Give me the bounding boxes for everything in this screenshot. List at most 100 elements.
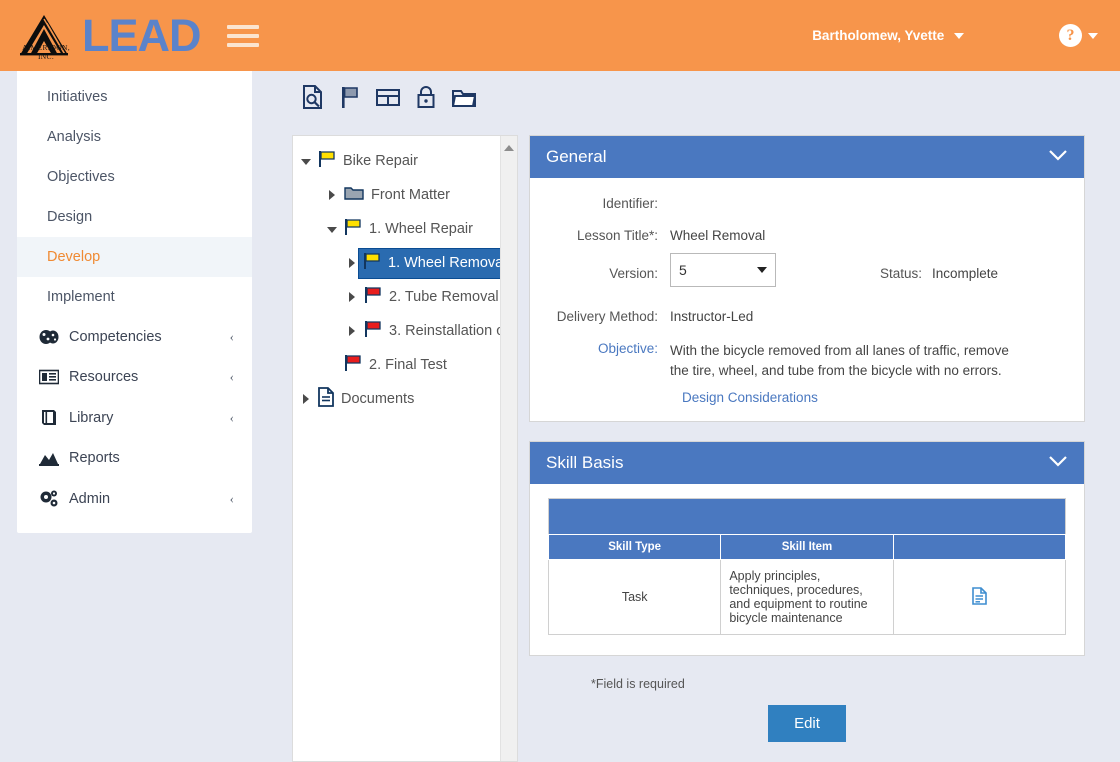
tree-node-documents[interactable]: Documents <box>293 382 517 416</box>
tree-node-reinstallation[interactable]: 3. Reinstallation of T <box>293 314 517 348</box>
sidebar-item-label: Competencies <box>69 329 162 345</box>
sidebar: Initiatives Analysis Objectives Design D… <box>17 71 252 533</box>
sidebar-item-competencies[interactable]: Competencies ‹ <box>17 317 252 357</box>
general-card: General Identifier: Lesson Title*: Wheel… <box>529 135 1085 423</box>
objective-label[interactable]: Objective: <box>546 341 670 380</box>
expander-expand-icon[interactable] <box>347 257 358 269</box>
objective-row: Objective: With the bicycle removed from… <box>546 341 1068 380</box>
chevron-left-icon: ‹ <box>229 490 234 506</box>
required-field-note: *Field is required <box>591 677 685 692</box>
table-header-row: Skill Type Skill Item <box>547 534 1067 561</box>
hamburger-icon[interactable] <box>226 20 259 52</box>
general-card-body: Identifier: Lesson Title*: Wheel Removal… <box>530 178 1084 421</box>
column-header-skill-item[interactable]: Skill Item <box>720 534 894 561</box>
sidebar-item-resources[interactable]: Resources ‹ <box>17 357 252 397</box>
tree-node-label: Bike Repair <box>343 153 418 169</box>
chevron-down-icon[interactable] <box>1048 453 1068 473</box>
action-button-row: Edit <box>529 705 1085 743</box>
admin-icon <box>39 490 65 507</box>
document-icon <box>318 387 334 411</box>
tree-node-final-test[interactable]: 2. Final Test <box>293 348 517 382</box>
lock-icon[interactable] <box>416 85 436 112</box>
card-table-icon[interactable] <box>376 87 400 110</box>
tree-vertical-scrollbar[interactable] <box>500 136 517 761</box>
tree-node-list: Bike Repair Front Matter 1. Wheel Repair… <box>293 136 517 416</box>
sidebar-item-initiatives[interactable]: Initiatives <box>17 77 252 117</box>
content-tree-panel: Bike Repair Front Matter 1. Wheel Repair… <box>292 135 518 762</box>
expander-expand-icon[interactable] <box>347 291 358 303</box>
chevron-left-icon: ‹ <box>229 409 234 425</box>
tree-node-bike-repair[interactable]: Bike Repair <box>293 144 517 178</box>
skill-basis-table: Skill Type Skill Item Task Apply princip… <box>547 498 1067 636</box>
expander-collapse-icon[interactable] <box>327 224 338 235</box>
tree-node-tube-removal[interactable]: 2. Tube Removal an <box>293 280 517 314</box>
table-toolbar-band <box>548 498 1066 535</box>
expander-expand-icon[interactable] <box>301 393 312 405</box>
tree-node-label: 1. Wheel Removal <box>388 254 507 271</box>
sidebar-item-admin[interactable]: Admin ‹ <box>17 478 252 519</box>
expander-expand-icon[interactable] <box>327 189 338 201</box>
lesson-title-row: Lesson Title*: Wheel Removal <box>546 228 1068 243</box>
expander-collapse-icon[interactable] <box>301 156 312 167</box>
status-badge: Incomplete <box>932 266 999 281</box>
sidebar-item-library[interactable]: Library ‹ <box>17 397 252 438</box>
status-label: Status: <box>880 266 923 281</box>
general-card-header: General <box>530 136 1084 178</box>
chevron-left-icon: ‹ <box>229 369 234 384</box>
flag-icon[interactable] <box>340 85 360 112</box>
sidebar-item-design[interactable]: Design <box>17 197 252 237</box>
tree-node-wheel-repair[interactable]: 1. Wheel Repair <box>293 212 517 246</box>
sidebar-item-develop[interactable]: Develop <box>17 237 252 277</box>
tree-node-wheel-removal[interactable]: 1. Wheel Removal <box>293 246 517 280</box>
aimeridon-logo-icon: AIMERIDON, INC. <box>18 13 70 61</box>
sidebar-item-analysis[interactable]: Analysis <box>17 117 252 157</box>
folder-icon[interactable] <box>451 87 477 111</box>
cell-skill-item: Apply principles, techniques, procedures… <box>720 559 894 636</box>
delivery-method-value: Instructor-Led <box>670 309 754 324</box>
delivery-method-label: Delivery Method: <box>556 309 658 324</box>
version-select[interactable]: 5 <box>670 253 776 287</box>
user-menu[interactable]: Bartholomew, Yvette <box>812 28 964 43</box>
identifier-row: Identifier: <box>546 196 1068 211</box>
user-name-label: Bartholomew, Yvette <box>812 28 945 43</box>
tree-node-label: 2. Tube Removal an <box>389 289 518 305</box>
edit-button[interactable]: Edit <box>768 705 846 743</box>
lesson-title-label: Lesson Title*: <box>576 228 658 243</box>
general-card-title: General <box>546 147 607 166</box>
column-header-skill-type[interactable]: Skill Type <box>547 534 722 561</box>
document-icon[interactable] <box>972 586 987 608</box>
chevron-down-icon[interactable] <box>1048 147 1068 167</box>
flag-red-icon <box>364 286 382 308</box>
folder-gray-icon <box>344 185 364 205</box>
sidebar-item-label: Design <box>47 209 93 225</box>
sidebar-item-label: Resources <box>69 369 139 385</box>
help-chevron-down-icon <box>1088 32 1098 39</box>
flag-red-icon <box>344 354 362 376</box>
help-menu[interactable]: ? <box>1059 24 1098 47</box>
skill-basis-card-body: Skill Type Skill Item Task Apply princip… <box>530 484 1084 655</box>
expander-expand-icon[interactable] <box>347 325 358 337</box>
sidebar-item-label: Analysis <box>47 129 101 145</box>
table-row[interactable]: Task Apply principles, techniques, proce… <box>547 559 1067 636</box>
scroll-up-arrow-icon[interactable] <box>504 145 514 151</box>
sidebar-item-label: Develop <box>47 249 101 265</box>
design-considerations-link[interactable]: Design Considerations <box>682 390 1068 405</box>
sidebar-item-reports[interactable]: Reports <box>17 438 252 478</box>
delivery-method-row: Delivery Method: Instructor-Led <box>546 309 1068 324</box>
flag-red-icon <box>364 320 382 342</box>
tree-node-label: 1. Wheel Repair <box>369 221 473 237</box>
help-icon: ? <box>1059 24 1082 47</box>
sidebar-item-label: Library <box>69 409 114 426</box>
tree-node-front-matter[interactable]: Front Matter <box>293 178 517 212</box>
skill-basis-card-header: Skill Basis <box>530 442 1084 485</box>
sidebar-item-implement[interactable]: Implement <box>17 277 252 317</box>
document-search-icon[interactable] <box>302 85 324 112</box>
competencies-icon <box>39 329 65 345</box>
flag-yellow-icon <box>363 252 381 274</box>
flag-yellow-icon <box>318 150 336 172</box>
brand-wordmark: LEAD <box>82 13 201 58</box>
skill-basis-card: Skill Basis Skill Type Skill Item Task A… <box>529 441 1085 657</box>
sidebar-item-objectives[interactable]: Objectives <box>17 157 252 197</box>
lesson-title-value: Wheel Removal <box>670 228 766 243</box>
tree-node-label: 3. Reinstallation of T <box>389 323 518 339</box>
